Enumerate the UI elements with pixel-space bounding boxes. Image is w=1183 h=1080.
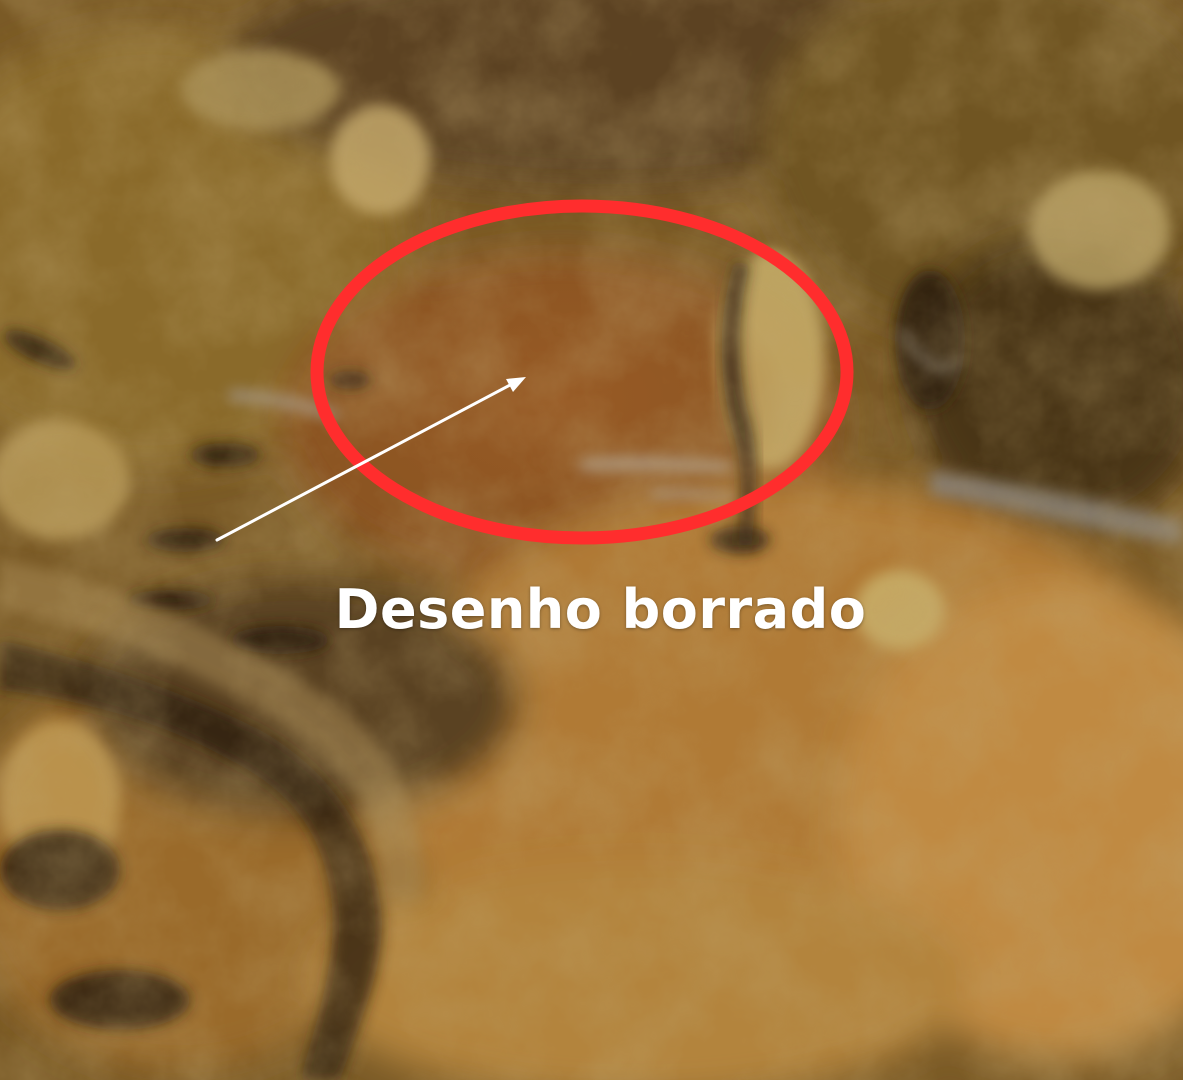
highlight-ellipse: [310, 199, 854, 545]
annotation-caption: Desenho borrado: [334, 578, 867, 641]
photo-scene: Desenho borrado: [0, 0, 1183, 1080]
pointer-arrow-head: [506, 377, 526, 392]
annotation-overlay: [215, 199, 854, 545]
